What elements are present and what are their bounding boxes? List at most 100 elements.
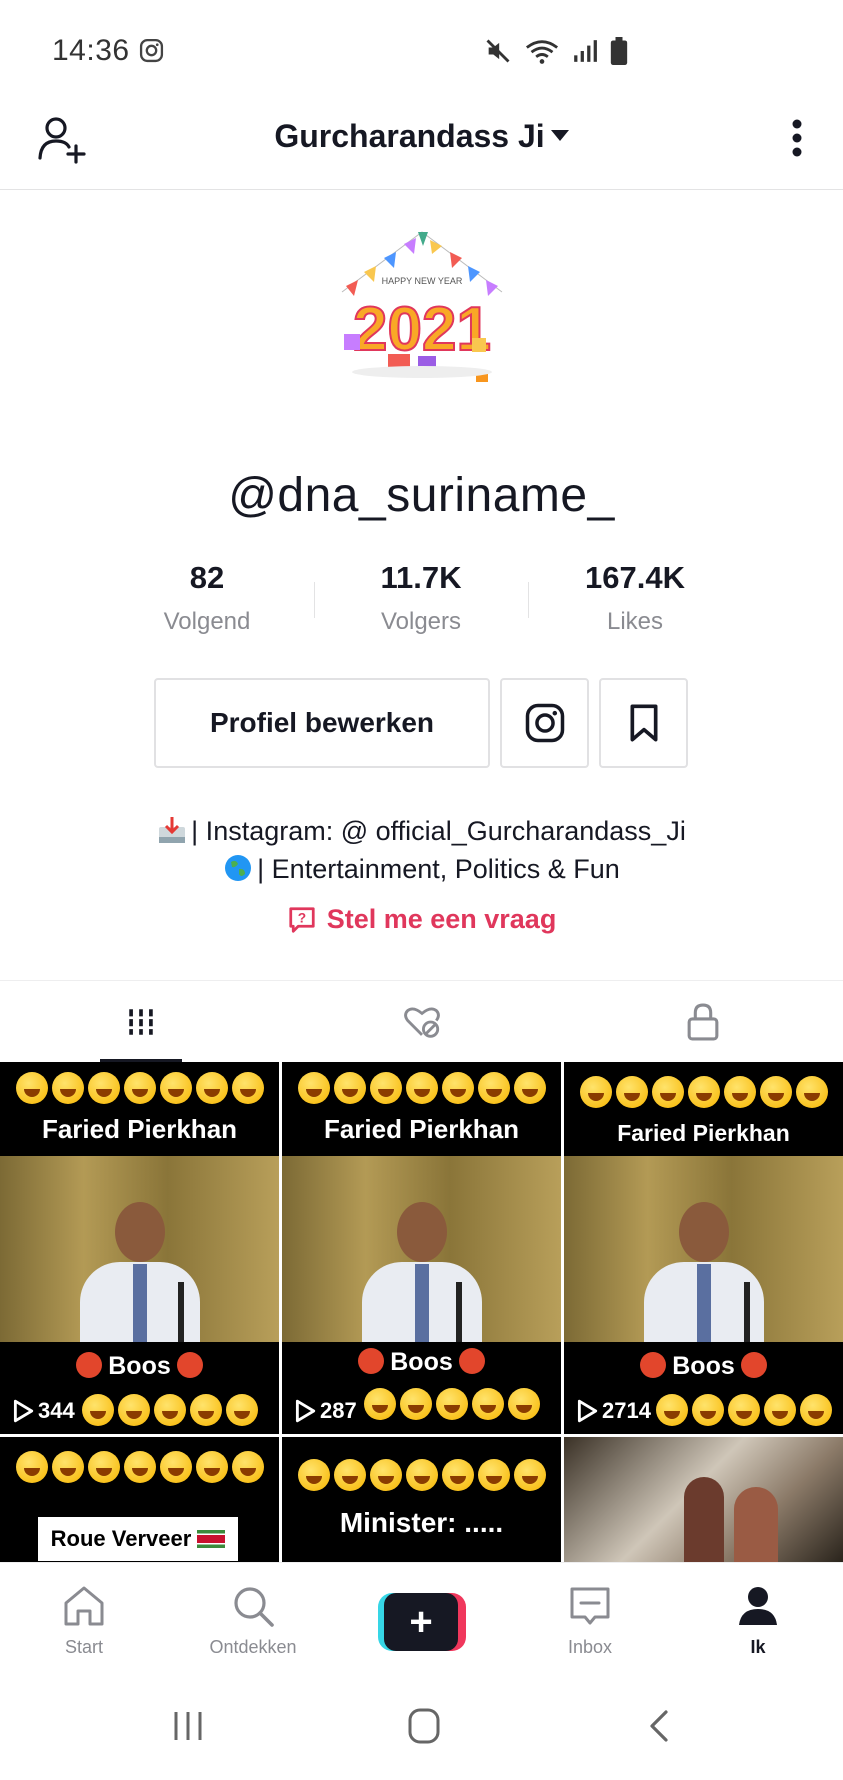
video-grid: Faried Pierkhan Boos 344 Faried Pierkhan…: [0, 1062, 843, 1562]
video-still: [564, 1156, 843, 1342]
nav-inbox[interactable]: Inbox: [520, 1581, 660, 1658]
stat-label: Volgend: [163, 608, 251, 635]
mute-icon: [486, 39, 510, 63]
play-icon: [13, 1399, 34, 1423]
stat-label: Likes: [606, 608, 664, 635]
view-count: 344: [12, 1398, 75, 1424]
video-thumbnail[interactable]: Faried Pierkhan Boos 344: [0, 1062, 279, 1434]
battery-icon: [610, 37, 628, 65]
video-caption-box: Roue Verveer: [38, 1517, 238, 1561]
stat-likes[interactable]: 167.4K Likes: [535, 560, 735, 636]
nav-inbox-label: Inbox: [567, 1637, 613, 1657]
video-thumbnail[interactable]: Roue Verveer: [0, 1437, 279, 1562]
video-thumbnail[interactable]: Minister: .....: [282, 1437, 561, 1562]
signal-icon: [574, 40, 597, 62]
bottom-navigation: Start Ontdekken + Inbox Ik: [0, 1562, 843, 1672]
wifi-icon: [525, 40, 559, 64]
microphone: [456, 1282, 462, 1342]
question-box-icon: ?: [289, 906, 315, 933]
profile-header: Gurcharandass Ji: [0, 100, 843, 190]
nav-me-label: Ik: [750, 1637, 766, 1657]
stat-following[interactable]: 82 Volgend: [107, 560, 307, 636]
bio-line-1: | Instagram: @ official_Gurcharandass_Ji: [191, 816, 686, 846]
system-navigation-bar: [0, 1672, 843, 1780]
videos-grid-icon: [128, 1009, 153, 1035]
nav-discover-label: Ontdekken: [209, 1637, 297, 1657]
account-name: Gurcharandass Ji: [274, 118, 545, 154]
speaker-figure: [357, 1192, 487, 1342]
edit-profile-button[interactable]: Profiel bewerken: [154, 678, 490, 768]
private-lock-icon: [687, 1003, 718, 1041]
inbox-icon: [570, 1587, 610, 1625]
view-count-value: 287: [320, 1398, 357, 1423]
instagram-button[interactable]: [500, 678, 589, 768]
stat-label: Volgers: [380, 608, 462, 635]
avatar-banner: HAPPY NEW YEAR: [382, 276, 463, 286]
bunting-flags: [341, 231, 503, 296]
video-still: [282, 1156, 561, 1342]
profile-stats: 82 Volgend 11.7K Volgers 167.4K Likes: [0, 560, 843, 640]
view-count-value: 2714: [602, 1398, 651, 1423]
instagram-icon: [525, 703, 564, 743]
video-caption: Roue Verveer: [50, 1526, 192, 1551]
bio-line-2: | Entertainment, Politics & Fun: [257, 854, 620, 884]
view-count: 287: [294, 1398, 357, 1424]
stat-followers[interactable]: 11.7K Volgers: [321, 560, 521, 636]
home-button-icon[interactable]: [404, 1708, 444, 1744]
create-video-button[interactable]: +: [378, 1593, 466, 1651]
play-icon: [577, 1399, 598, 1423]
gift-box: [472, 338, 486, 352]
nav-discover[interactable]: Ontdekken: [183, 1581, 323, 1658]
ask-question-label: Stel me een vraag: [326, 904, 557, 934]
avatar-shadow: [352, 366, 492, 378]
subcaption-text: Boos: [672, 1352, 735, 1380]
video-subcaption: Boos: [0, 1352, 279, 1381]
account-switcher[interactable]: Gurcharandass Ji: [0, 118, 843, 155]
stat-divider: [314, 582, 315, 618]
video-thumbnail[interactable]: Faried Pierkhan Boos 287: [282, 1062, 561, 1434]
home-icon: [64, 1586, 104, 1626]
video-thumbnail[interactable]: Faried Pierkhan Boos 2714: [564, 1062, 843, 1434]
laughing-emoji-row: [282, 1459, 561, 1496]
video-subcaption: Boos: [282, 1348, 561, 1377]
bookmark-icon: [630, 704, 658, 742]
more-options-icon[interactable]: [791, 118, 803, 158]
speaker-figure: [75, 1192, 205, 1342]
microphone: [178, 1282, 184, 1342]
nav-start[interactable]: Start: [14, 1581, 154, 1658]
angry-emoji-icon: [640, 1352, 667, 1378]
stat-value: 11.7K: [380, 560, 462, 595]
tab-liked[interactable]: [281, 981, 562, 1063]
video-thumbnail[interactable]: [564, 1437, 843, 1562]
tab-private[interactable]: [562, 981, 843, 1063]
back-icon[interactable]: [640, 1708, 680, 1744]
stat-value: 82: [189, 560, 225, 595]
username: @dna_suriname_: [228, 469, 615, 522]
angry-emoji-icon: [458, 1348, 485, 1374]
stat-divider: [528, 582, 529, 618]
microphone: [744, 1282, 750, 1342]
liked-hidden-icon: [403, 1007, 440, 1038]
svg-text:?: ?: [297, 910, 305, 925]
video-still: [0, 1156, 279, 1342]
profile-avatar[interactable]: HAPPY NEW YEAR 2021: [322, 222, 522, 402]
video-caption: Minister: .....: [339, 1507, 504, 1538]
laughing-emoji-row: [0, 1072, 279, 1109]
favorites-button[interactable]: [599, 678, 688, 768]
laughing-emoji-row: [282, 1072, 561, 1109]
caret-down-icon: [550, 130, 569, 141]
stat-value: 167.4K: [585, 560, 685, 595]
inbox-tray-emoji-icon: [159, 817, 186, 843]
tab-videos[interactable]: [0, 981, 281, 1063]
status-time: 14:36: [52, 34, 130, 67]
globe-emoji-icon: [225, 855, 252, 881]
bio-line: | Instagram: @ official_Gurcharandass_Ji: [0, 812, 843, 850]
nav-me[interactable]: Ik: [688, 1581, 828, 1658]
profile-icon: [739, 1587, 777, 1625]
status-bar: 14:36: [0, 0, 843, 100]
recent-apps-icon[interactable]: [168, 1708, 208, 1744]
angry-emoji-icon: [740, 1352, 767, 1378]
suriname-flag-icon: [197, 1530, 226, 1548]
ask-question-link[interactable]: ? Stel me een vraag: [0, 904, 843, 935]
profile-bio: | Instagram: @ official_Gurcharandass_Ji…: [0, 812, 843, 888]
